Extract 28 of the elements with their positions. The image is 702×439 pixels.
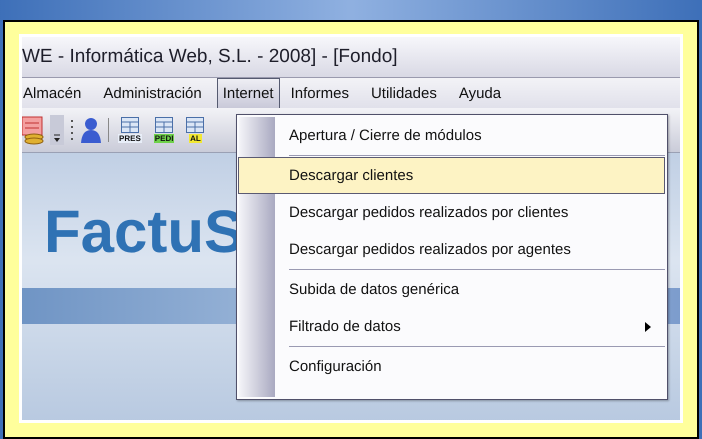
menu-item[interactable]: Descargar clientes: [238, 157, 665, 194]
grip-icon[interactable]: [70, 118, 74, 142]
document-button[interactable]: AL: [183, 115, 208, 145]
menu-bar-item[interactable]: Ayuda: [458, 78, 512, 108]
menu-bar-item[interactable]: Almacén: [22, 78, 92, 108]
table-icon[interactable]: [186, 117, 204, 133]
menu-item[interactable]: Apertura / Cierre de módulos: [275, 117, 665, 154]
menu-item[interactable]: Configuración: [275, 348, 665, 385]
menu-item[interactable]: Filtrado de datos: [275, 308, 665, 345]
menu-item[interactable]: Descargar pedidos realizados por agentes: [275, 231, 665, 268]
label-tag: PRES: [118, 134, 142, 143]
label-tag: AL: [189, 134, 202, 143]
dropdown-chevron-icon[interactable]: [50, 115, 64, 145]
logo-text: FactuS: [44, 197, 244, 266]
person-icon[interactable]: [80, 117, 102, 143]
menu-bar-item[interactable]: Utilidades: [370, 78, 448, 108]
menu-item[interactable]: Subida de datos genérica: [275, 271, 665, 308]
label-tag: PEDI: [154, 134, 174, 143]
table-icon[interactable]: [120, 117, 139, 133]
table-icon[interactable]: [155, 117, 174, 133]
menu-bar-item[interactable]: Internet: [216, 78, 280, 108]
menu-bar-item[interactable]: Informes: [290, 78, 360, 108]
invoice-coins-icon[interactable]: [22, 115, 44, 145]
document-button[interactable]: PEDI: [150, 115, 178, 145]
menu-bar-item[interactable]: Administración: [102, 78, 213, 108]
menu-item[interactable]: Descargar pedidos realizados por clientes: [275, 194, 665, 231]
document-button[interactable]: PRES: [115, 115, 145, 145]
window-title: WE - Informática Web, S.L. - 2008] - [Fondo]: [22, 46, 398, 68]
